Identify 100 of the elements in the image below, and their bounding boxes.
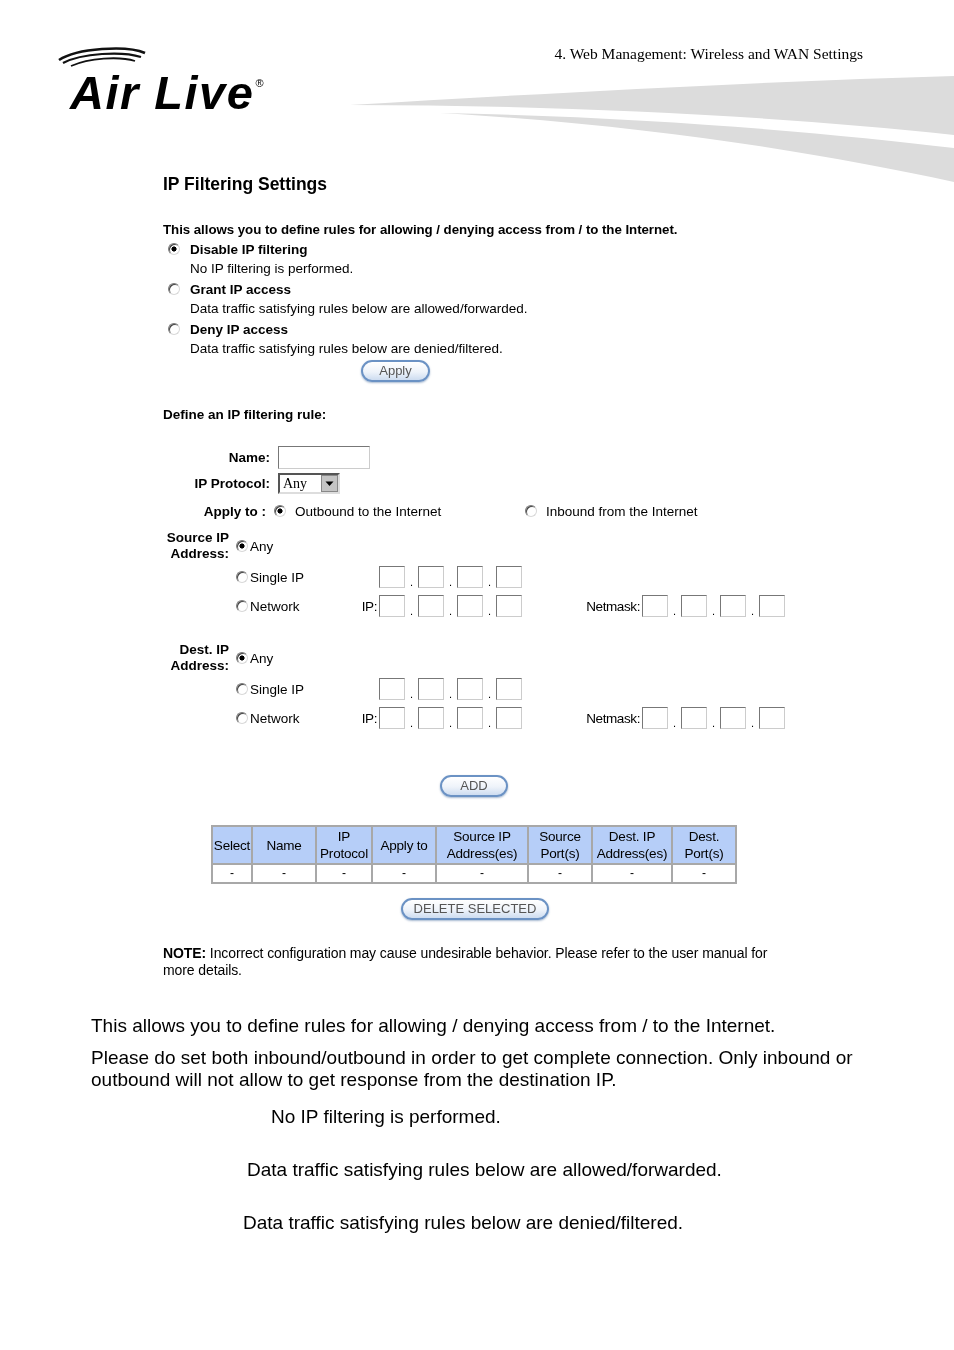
octet-separator: . [486,576,493,588]
field-label: Dest. IP Address: [169,642,229,674]
radio-button[interactable] [168,283,180,295]
option-description: Data traffic satisfying rules below are denied/filtered. [189,340,503,358]
table-cell: - [592,864,672,883]
radio-button[interactable] [236,683,248,695]
octet-field[interactable] [457,595,483,617]
option-label: Network [250,710,301,726]
note-text: NOTE: Incorrect configuration may cause undesirable behavior. Please refer to the user manual for more details. [163,945,769,979]
column-header: Dest. Port(s) [672,826,736,864]
table-cell: - [252,864,316,883]
page-title: IP Filtering Settings [163,174,327,194]
octet-separator: . [671,605,678,617]
field-label: Name: [228,450,270,465]
option-label: Disable IP filtering [190,241,308,257]
section-heading: Define an IP filtering rule: [163,407,327,423]
option-label: Outbound to the Internet [295,503,442,519]
column-header: Source IP Address(es) [436,826,528,864]
table-cell: - [372,864,436,883]
option-label: Deny IP access [190,321,289,337]
octet-field[interactable] [418,595,444,617]
radio-button[interactable] [168,243,180,255]
octet-field[interactable] [496,707,522,729]
octet-field[interactable] [496,595,522,617]
body-paragraph: Please do set both inbound/outbound in order to get complete connection. Only inbound or outbound will not allow to get response from the destination IP. [91,1047,854,1091]
octet-separator: . [447,688,454,700]
intro-text: This allows you to define rules for allowing / denying access from / to the Internet. [163,222,678,238]
column-header: Dest. IP Address(es) [592,826,672,864]
octet-separator: . [749,717,756,729]
option-label: Any [250,538,275,554]
option-label: Any [250,650,275,666]
radio-button[interactable] [236,652,248,664]
octet-field[interactable] [496,566,522,588]
radio-button[interactable] [168,323,180,335]
field-label: Netmask: [586,710,640,726]
radio-button[interactable] [236,600,248,612]
body-paragraph: Data traffic satisfying rules below are allowed/forwarded. [246,1159,722,1181]
add-button[interactable]: ADD [440,775,508,797]
protocol-select[interactable]: Any [278,473,340,494]
option-label: Grant IP access [190,281,292,297]
option-label: Network [250,598,301,614]
logo-wordmark: Air Live$^{®}$ [70,65,265,116]
field-label: Source IP Address: [165,530,229,562]
octet-field[interactable] [759,595,785,617]
octet-field[interactable] [642,707,668,729]
octet-field[interactable] [720,707,746,729]
radio-button[interactable] [236,712,248,724]
signal-arcs-icon [57,46,147,68]
table-cell: - [316,864,372,883]
name-input[interactable] [278,446,370,469]
octet-field[interactable] [642,595,668,617]
column-header: Select [212,826,252,864]
delete-selected-button[interactable]: DELETE SELECTED [401,898,549,920]
option-label: Single IP [250,681,306,697]
field-label: IP Protocol: [194,476,270,491]
column-header: Apply to [372,826,436,864]
octet-field[interactable] [379,595,405,617]
option-description: No IP filtering is performed. [189,260,354,278]
octet-field[interactable] [379,678,405,700]
octet-field[interactable] [418,707,444,729]
octet-field[interactable] [379,707,405,729]
octet-field[interactable] [457,678,483,700]
octet-field[interactable] [681,595,707,617]
octet-field[interactable] [418,678,444,700]
octet-separator: . [710,717,717,729]
column-header: Name [252,826,316,864]
apply-button[interactable]: Apply [361,360,430,382]
octet-separator: . [408,605,415,617]
octet-field[interactable] [457,566,483,588]
option-label: Inbound from the Internet [546,503,698,519]
table-cell: - [528,864,592,883]
octet-field[interactable] [681,707,707,729]
octet-separator: . [408,576,415,588]
radio-button[interactable] [236,540,248,552]
column-header: IP Protocol [316,826,372,864]
octet-field[interactable] [379,566,405,588]
octet-field[interactable] [457,707,483,729]
radio-button[interactable] [274,505,286,517]
octet-separator: . [486,605,493,617]
body-paragraph: This allows you to define rules for allowing / denying access from / to the Internet. [91,1015,777,1037]
table-cell: - [672,864,736,883]
radio-button[interactable] [236,571,248,583]
octet-separator: . [486,717,493,729]
body-paragraph: No IP filtering is performed. [270,1106,501,1128]
body-paragraph: Data traffic satisfying rules below are denied/filtered. [242,1212,684,1234]
octet-separator: . [710,605,717,617]
chapter-title: 4. Web Management: Wireless and WAN Settings [554,45,863,63]
octet-separator: . [447,717,454,729]
octet-separator: . [486,688,493,700]
octet-separator: . [408,717,415,729]
octet-field[interactable] [720,595,746,617]
field-label: Apply to : [203,503,266,519]
table-cell: - [436,864,528,883]
radio-button[interactable] [525,505,537,517]
octet-field[interactable] [496,678,522,700]
octet-field[interactable] [759,707,785,729]
octet-field[interactable] [418,566,444,588]
option-description: Data traffic satisfying rules below are allowed/forwarded. [189,300,528,318]
octet-separator: . [408,688,415,700]
field-label: Netmask: [586,598,640,614]
